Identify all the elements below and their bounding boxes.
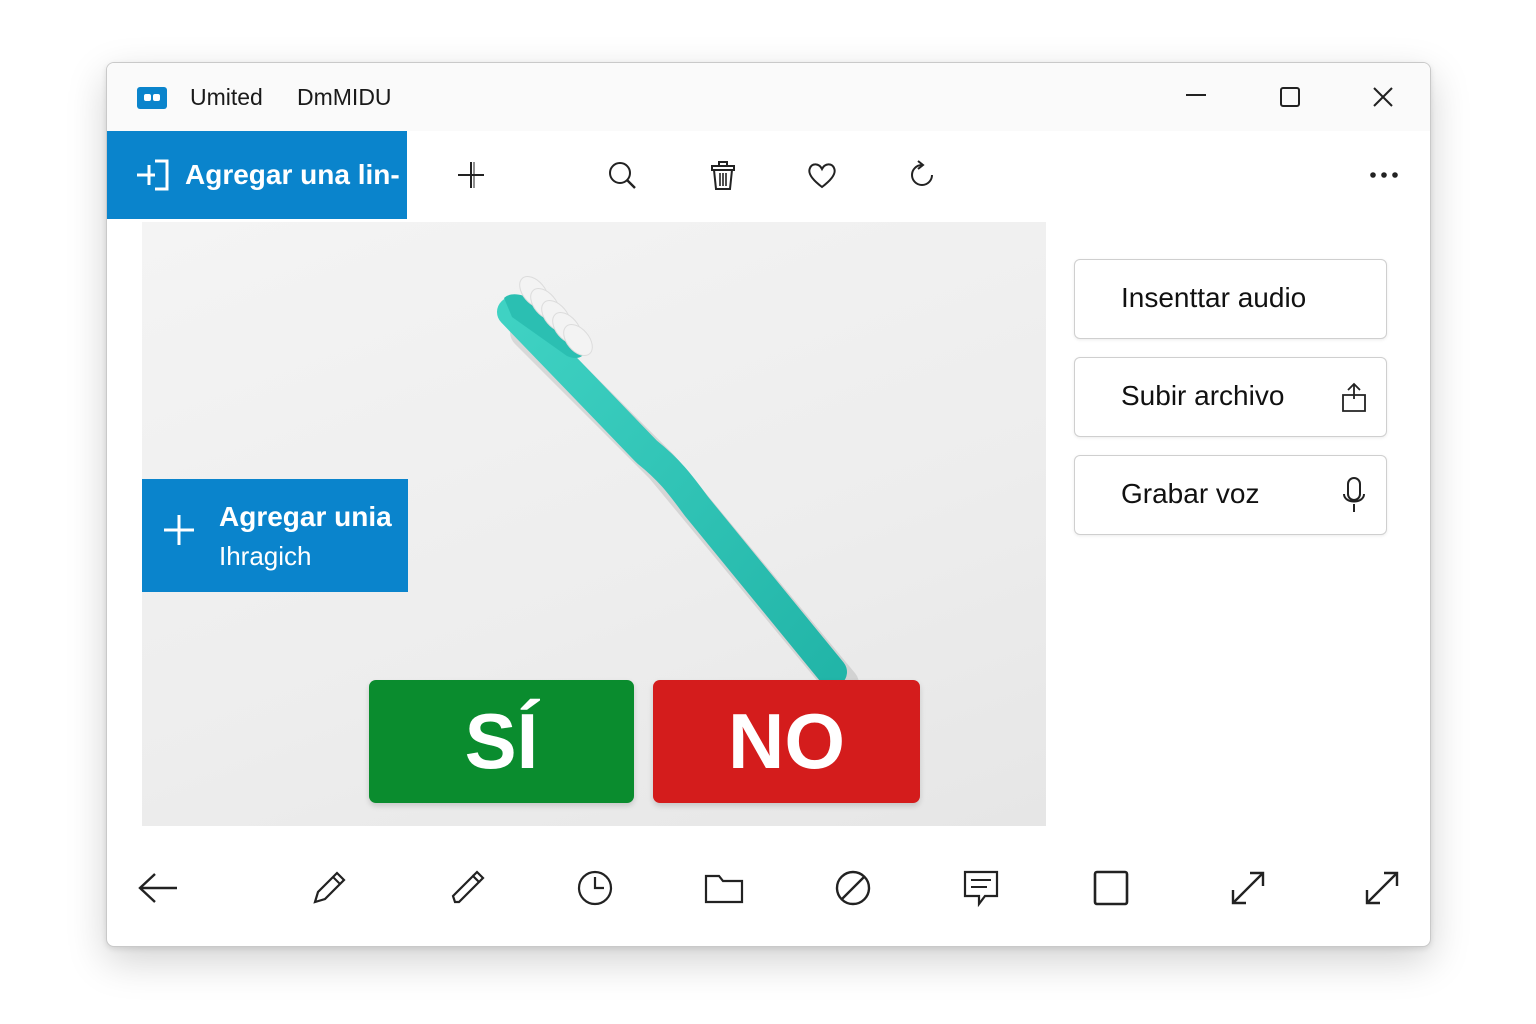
add-card-subtitle: Ihragich [219, 541, 312, 571]
insert-audio-button[interactable]: Insenttar audio [1074, 259, 1387, 339]
add-card-title: Agregar unia [219, 501, 392, 532]
expand-icon[interactable] [1361, 867, 1403, 909]
search-icon[interactable] [604, 157, 640, 193]
add-image-card[interactable]: Agregar unia Ihragich [142, 479, 408, 592]
upload-file-button[interactable]: Subir archivo [1074, 357, 1387, 437]
add-line-icon [135, 157, 171, 193]
folder-icon[interactable] [703, 867, 745, 909]
microphone-icon [1338, 476, 1370, 514]
upload-file-label: Subir archivo [1121, 380, 1285, 411]
plus-icon [164, 515, 194, 545]
app-logo-icon [137, 87, 167, 109]
insert-audio-label: Insenttar audio [1121, 282, 1307, 313]
minimize-icon [1186, 94, 1206, 96]
yes-button[interactable]: SÍ [369, 680, 634, 803]
upload-icon [1338, 378, 1370, 416]
heart-icon[interactable] [804, 157, 840, 193]
more-icon[interactable] [1366, 157, 1402, 193]
square-icon[interactable] [1090, 867, 1132, 909]
image-canvas[interactable]: Agregar unia Ihragich SÍ NO [142, 222, 1046, 826]
plus-icon[interactable] [453, 157, 489, 193]
maximize-icon [1280, 87, 1300, 107]
record-voice-button[interactable]: Grabar voz [1074, 455, 1387, 535]
bottom-toolbar [107, 853, 1430, 923]
add-line-button[interactable]: Agregar una lin- [107, 131, 407, 219]
back-arrow-icon[interactable] [137, 867, 179, 909]
app-window: Umited DmMIDU Agregar una lin- Agregar u… [106, 62, 1431, 947]
clock-icon[interactable] [574, 867, 616, 909]
trash-icon[interactable] [705, 157, 741, 193]
title-bar: Umited DmMIDU [107, 63, 1430, 131]
window-title-part-2: DmMIDU [297, 84, 392, 110]
marker-icon[interactable] [446, 867, 488, 909]
record-voice-label: Grabar voz [1121, 478, 1260, 509]
add-line-label: Agregar una lin- [185, 159, 400, 190]
refresh-icon[interactable] [904, 157, 940, 193]
maximize-button[interactable] [1265, 77, 1315, 117]
resize-icon[interactable] [1227, 867, 1269, 909]
pencil-icon[interactable] [308, 867, 350, 909]
window-title-part-1: Umited [190, 84, 263, 110]
note-icon[interactable] [960, 867, 1002, 909]
close-button[interactable] [1358, 77, 1408, 117]
top-toolbar: Agregar una lin- [107, 131, 1430, 219]
block-icon[interactable] [832, 867, 874, 909]
no-button[interactable]: NO [653, 680, 920, 803]
minimize-button[interactable] [1171, 77, 1221, 117]
close-icon [1373, 87, 1393, 107]
